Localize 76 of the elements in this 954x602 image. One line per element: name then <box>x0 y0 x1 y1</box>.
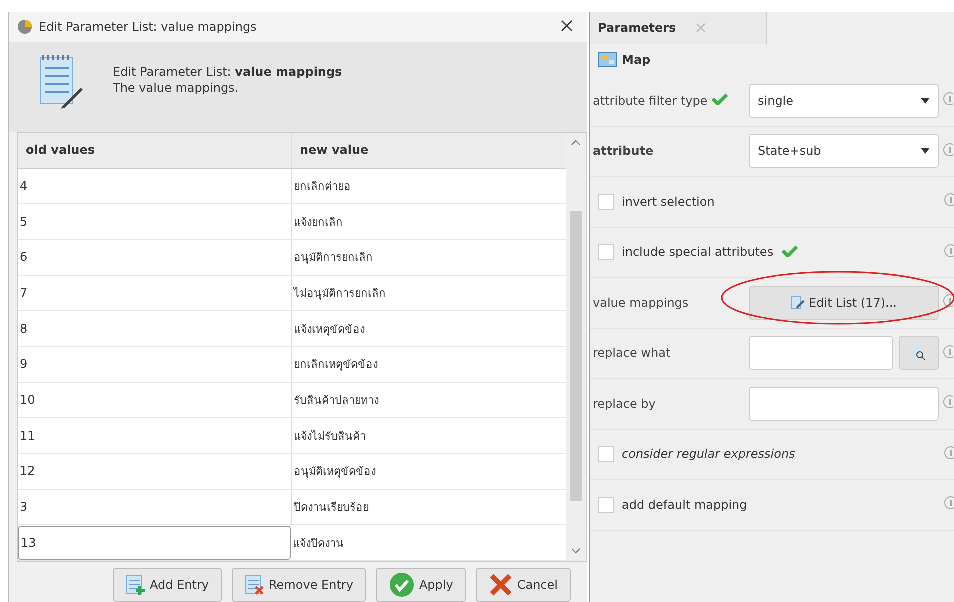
check-icon <box>782 244 798 257</box>
table-cell: 6 <box>18 240 292 275</box>
table-cell-text: ปิดงานเรียบร้อย <box>293 500 370 516</box>
search-icon <box>912 345 926 362</box>
apply-button[interactable]: Apply <box>376 568 466 602</box>
checkmark-icon <box>389 572 416 598</box>
operator-name: Map <box>622 53 651 67</box>
cross-icon <box>489 573 514 597</box>
checkbox[interactable] <box>598 194 614 210</box>
parameter-label: attribute <box>593 144 654 158</box>
check-icon <box>712 93 728 106</box>
edit-icon <box>791 296 806 310</box>
checkbox[interactable] <box>598 446 614 462</box>
table-cell-text: ไม่อนุมัติการยกเลิก <box>292 286 387 302</box>
table-cell: 9 <box>18 347 292 382</box>
table-cell: 3 <box>18 490 292 524</box>
close-icon[interactable] <box>561 20 573 32</box>
remove-entry-icon <box>245 574 265 596</box>
checkbox-label[interactable]: include special attributes <box>622 245 774 260</box>
cancel-button[interactable]: Cancel <box>476 568 571 602</box>
panel-tab[interactable]: Parameters <box>598 21 676 35</box>
parameter-label: attribute filter type <box>593 94 708 108</box>
info-icon[interactable] <box>944 244 954 258</box>
table-cell-text: ยกเลิกเหตุขัดข้อง <box>293 357 379 374</box>
table-cell-text: ยกเลิกต่ายอ <box>293 179 352 195</box>
checkbox[interactable] <box>598 244 614 260</box>
text-field[interactable] <box>749 336 893 370</box>
dropdown-arrow-icon <box>921 148 930 154</box>
table-cell: 5 <box>18 204 292 240</box>
table-cell: 12 <box>18 454 292 489</box>
column-header[interactable]: old values <box>18 133 292 168</box>
info-icon[interactable] <box>944 193 954 208</box>
close-tab-icon[interactable] <box>696 23 706 33</box>
add-button[interactable]: Add Entry <box>113 568 222 602</box>
checkbox-label[interactable]: consider regular expressions <box>622 447 796 462</box>
dialog-description: The value mappings. <box>113 80 240 96</box>
parameter-label: replace what <box>593 346 671 360</box>
checkbox-label[interactable]: add default mapping <box>622 498 748 512</box>
column-header[interactable]: new value <box>292 133 566 168</box>
table-cell-text: อนุมัติเหตุขัดข้อง <box>293 464 377 480</box>
text-field[interactable] <box>749 386 939 421</box>
table-cell-text: แจ้งยกเลิก <box>293 214 344 231</box>
dropdown-arrow-icon <box>921 98 930 104</box>
info-icon[interactable] <box>943 344 953 359</box>
map-icon <box>598 52 618 68</box>
info-icon[interactable] <box>943 92 953 106</box>
table-cell-text: รับสินค้าปลายทาง <box>293 393 380 410</box>
value-input-field[interactable]: 13 <box>18 526 291 560</box>
browse-button[interactable] <box>899 336 939 370</box>
info-icon[interactable] <box>943 142 953 157</box>
scrollbar-thumb[interactable] <box>570 211 582 501</box>
table-cell-text: แจ้งเหตุขัดข้อง <box>293 322 366 338</box>
table-cell: 8 <box>18 311 292 346</box>
info-icon[interactable] <box>944 496 954 510</box>
parameter-label: value mappings <box>593 296 689 310</box>
dialog-heading: Edit Parameter List: value mappings <box>113 64 342 80</box>
checkbox-label[interactable]: invert selection <box>622 194 715 209</box>
table-cell-text: แจ้งปิดงาน <box>292 536 345 552</box>
info-icon[interactable] <box>944 446 954 460</box>
app-icon <box>17 18 33 35</box>
window-title: Edit Parameter List: value mappings <box>39 20 258 34</box>
table-cell: 4 <box>18 168 292 204</box>
table-cell: 11 <box>18 418 292 454</box>
dropdown[interactable]: single <box>749 84 939 118</box>
info-icon[interactable] <box>943 395 953 410</box>
checkbox[interactable] <box>598 496 614 513</box>
info-icon[interactable] <box>943 294 953 308</box>
dropdown[interactable]: State+sub <box>749 134 939 168</box>
edit-list-button[interactable]: Edit List (17)... <box>749 286 939 320</box>
table-cell: 10 <box>18 382 292 418</box>
table-cell: 7 <box>18 276 292 310</box>
add-entry-icon <box>126 574 146 596</box>
parameter-label: replace by <box>593 396 656 411</box>
remove-button[interactable]: Remove Entry <box>232 568 366 602</box>
table-cell-text: อนุมัติการยกเลิก <box>293 250 374 266</box>
table-cell-text: แจ้งไม่รับสินค้า <box>293 428 367 445</box>
